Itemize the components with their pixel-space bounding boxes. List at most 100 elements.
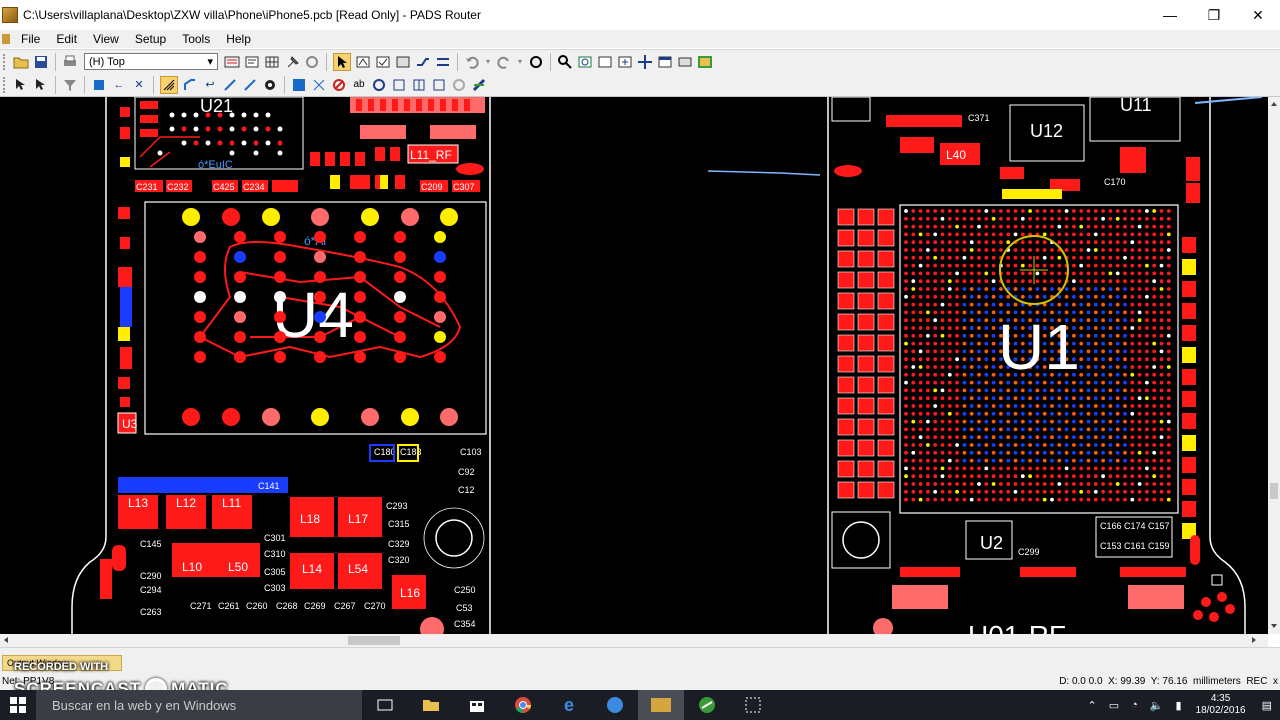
grid-icon[interactable] <box>264 54 280 70</box>
redo-icon[interactable] <box>496 54 512 70</box>
u21-component[interactable]: U21 ó*EuIC <box>134 97 304 171</box>
taskbar-search[interactable]: Buscar en la web y en Windows <box>36 690 362 720</box>
tray-battery-icon[interactable]: ▮ <box>1175 699 1181 712</box>
file-explorer-icon[interactable] <box>408 690 454 720</box>
pin-icon[interactable] <box>284 54 300 70</box>
move-icon[interactable] <box>91 77 107 93</box>
u1-ball <box>1115 216 1120 221</box>
edge-icon[interactable]: e <box>546 690 592 720</box>
add-route-icon[interactable]: ↩ <box>202 77 218 93</box>
dynamic-route-icon[interactable] <box>182 77 198 93</box>
tray-volume-icon[interactable]: 🔈 <box>1150 699 1164 712</box>
select-arrow-icon[interactable] <box>333 52 351 71</box>
pcb-canvas[interactable]: U21 ó*EuIC L11_RF C231 C232 C425 C234 C2… <box>0 97 1268 634</box>
layer-dropdown[interactable]: (H) Top ▾ <box>84 53 218 70</box>
pan-icon[interactable] <box>637 54 653 70</box>
label-icon[interactable]: ab <box>351 77 367 93</box>
snipping-tool-icon[interactable] <box>730 690 776 720</box>
tray-wifi-icon[interactable]: ◔ <box>1131 699 1138 711</box>
pads-app-icon[interactable] <box>2 7 18 23</box>
output-window-icon[interactable] <box>677 54 693 70</box>
u1-ball <box>955 209 959 213</box>
print-icon[interactable] <box>62 54 78 70</box>
tray-network-icon[interactable]: ▭ <box>1109 699 1119 712</box>
stretch-route-icon[interactable] <box>242 77 258 93</box>
pads-router-taskbar-icon[interactable] <box>684 690 730 720</box>
glue-icon[interactable] <box>391 77 407 93</box>
layer-display-icon[interactable] <box>224 54 240 70</box>
u1-ball <box>1057 427 1062 432</box>
start-button[interactable] <box>0 690 36 720</box>
toolbar-grip[interactable] <box>3 53 8 70</box>
u1-component[interactable]: U1 <box>899 204 1179 514</box>
open-folder-icon[interactable] <box>13 54 29 70</box>
x-axis-icon[interactable]: ✕ <box>131 77 147 93</box>
fanout-icon[interactable] <box>311 77 327 93</box>
document-menu-icon[interactable] <box>2 34 10 44</box>
u1-ball <box>1166 443 1171 447</box>
pcb-drawing[interactable]: U21 ó*EuIC L11_RF C231 C232 C425 C234 C2… <box>0 97 1268 634</box>
zoom-previous-icon[interactable] <box>597 54 613 70</box>
svg-text:C170: C170 <box>1104 177 1126 187</box>
filter-icon[interactable] <box>62 77 78 93</box>
menu-file[interactable]: File <box>13 32 48 46</box>
u1-ball <box>1020 474 1025 479</box>
u1-ball <box>1130 419 1135 424</box>
select-filter-icon[interactable] <box>33 77 49 93</box>
task-view-icon[interactable] <box>362 690 408 720</box>
u1-ball <box>962 435 967 440</box>
interactive-route-icon[interactable] <box>160 75 178 94</box>
u1-ball <box>984 419 989 424</box>
flip-icon[interactable] <box>471 77 487 93</box>
action-center-icon[interactable]: ▤ <box>1262 699 1272 712</box>
autoroute-icon[interactable] <box>435 54 451 70</box>
pads-taskbar-icon[interactable] <box>638 690 684 720</box>
tray-chevron-icon[interactable]: ⌃ <box>1087 699 1096 712</box>
u4-component[interactable]: U4 ó*Al <box>144 201 487 435</box>
close-button[interactable]: ✕ <box>1236 0 1280 30</box>
menu-setup[interactable]: Setup <box>127 32 174 46</box>
minimize-button[interactable]: — <box>1148 0 1192 30</box>
route-icon[interactable] <box>415 54 431 70</box>
save-icon[interactable] <box>33 54 49 70</box>
maximize-button[interactable]: ❐ <box>1192 0 1236 30</box>
menu-tools[interactable]: Tools <box>174 32 218 46</box>
menu-help[interactable]: Help <box>218 32 259 46</box>
menu-view[interactable]: View <box>85 32 127 46</box>
vertical-scrollbar[interactable] <box>1268 97 1280 634</box>
test-point-icon[interactable] <box>371 77 387 93</box>
u1-ball <box>1137 209 1142 213</box>
menu-edit[interactable]: Edit <box>48 32 85 46</box>
toolbar-grip[interactable] <box>3 76 8 93</box>
check-icon[interactable] <box>375 54 391 70</box>
routed-trace[interactable] <box>707 170 821 176</box>
verify-icon[interactable] <box>395 54 411 70</box>
horizontal-scrollbar[interactable] <box>0 634 1268 647</box>
left-arrow-icon[interactable]: ← <box>111 77 127 93</box>
chrome-icon[interactable] <box>500 690 546 720</box>
diagonal-route-icon[interactable] <box>222 77 238 93</box>
design-icon[interactable] <box>355 54 371 70</box>
window-icon[interactable] <box>657 54 673 70</box>
pads-logo-icon[interactable] <box>697 54 713 70</box>
select-mode-icon[interactable] <box>13 77 29 93</box>
layer-pair-icon[interactable] <box>291 77 307 93</box>
via-icon[interactable] <box>262 77 278 93</box>
zoom-in-icon[interactable] <box>617 54 633 70</box>
split-icon[interactable] <box>411 77 427 93</box>
tune-icon[interactable] <box>451 77 467 93</box>
undo-dropdown-icon[interactable]: ▾ <box>484 54 492 70</box>
properties-icon[interactable] <box>244 54 260 70</box>
measure-icon[interactable] <box>431 77 447 93</box>
u1-ball <box>1130 224 1135 229</box>
no-route-icon[interactable] <box>331 77 347 93</box>
zoom-board-icon[interactable] <box>577 54 593 70</box>
browser-icon[interactable] <box>592 690 638 720</box>
redo-dropdown-icon[interactable]: ▾ <box>516 54 524 70</box>
redraw-icon[interactable] <box>528 54 544 70</box>
zoom-icon[interactable] <box>557 54 573 70</box>
store-icon[interactable] <box>454 690 500 720</box>
refresh-icon[interactable] <box>304 54 320 70</box>
taskbar-clock[interactable]: 4:35 18/02/2016 <box>1196 693 1246 717</box>
undo-icon[interactable] <box>464 54 480 70</box>
